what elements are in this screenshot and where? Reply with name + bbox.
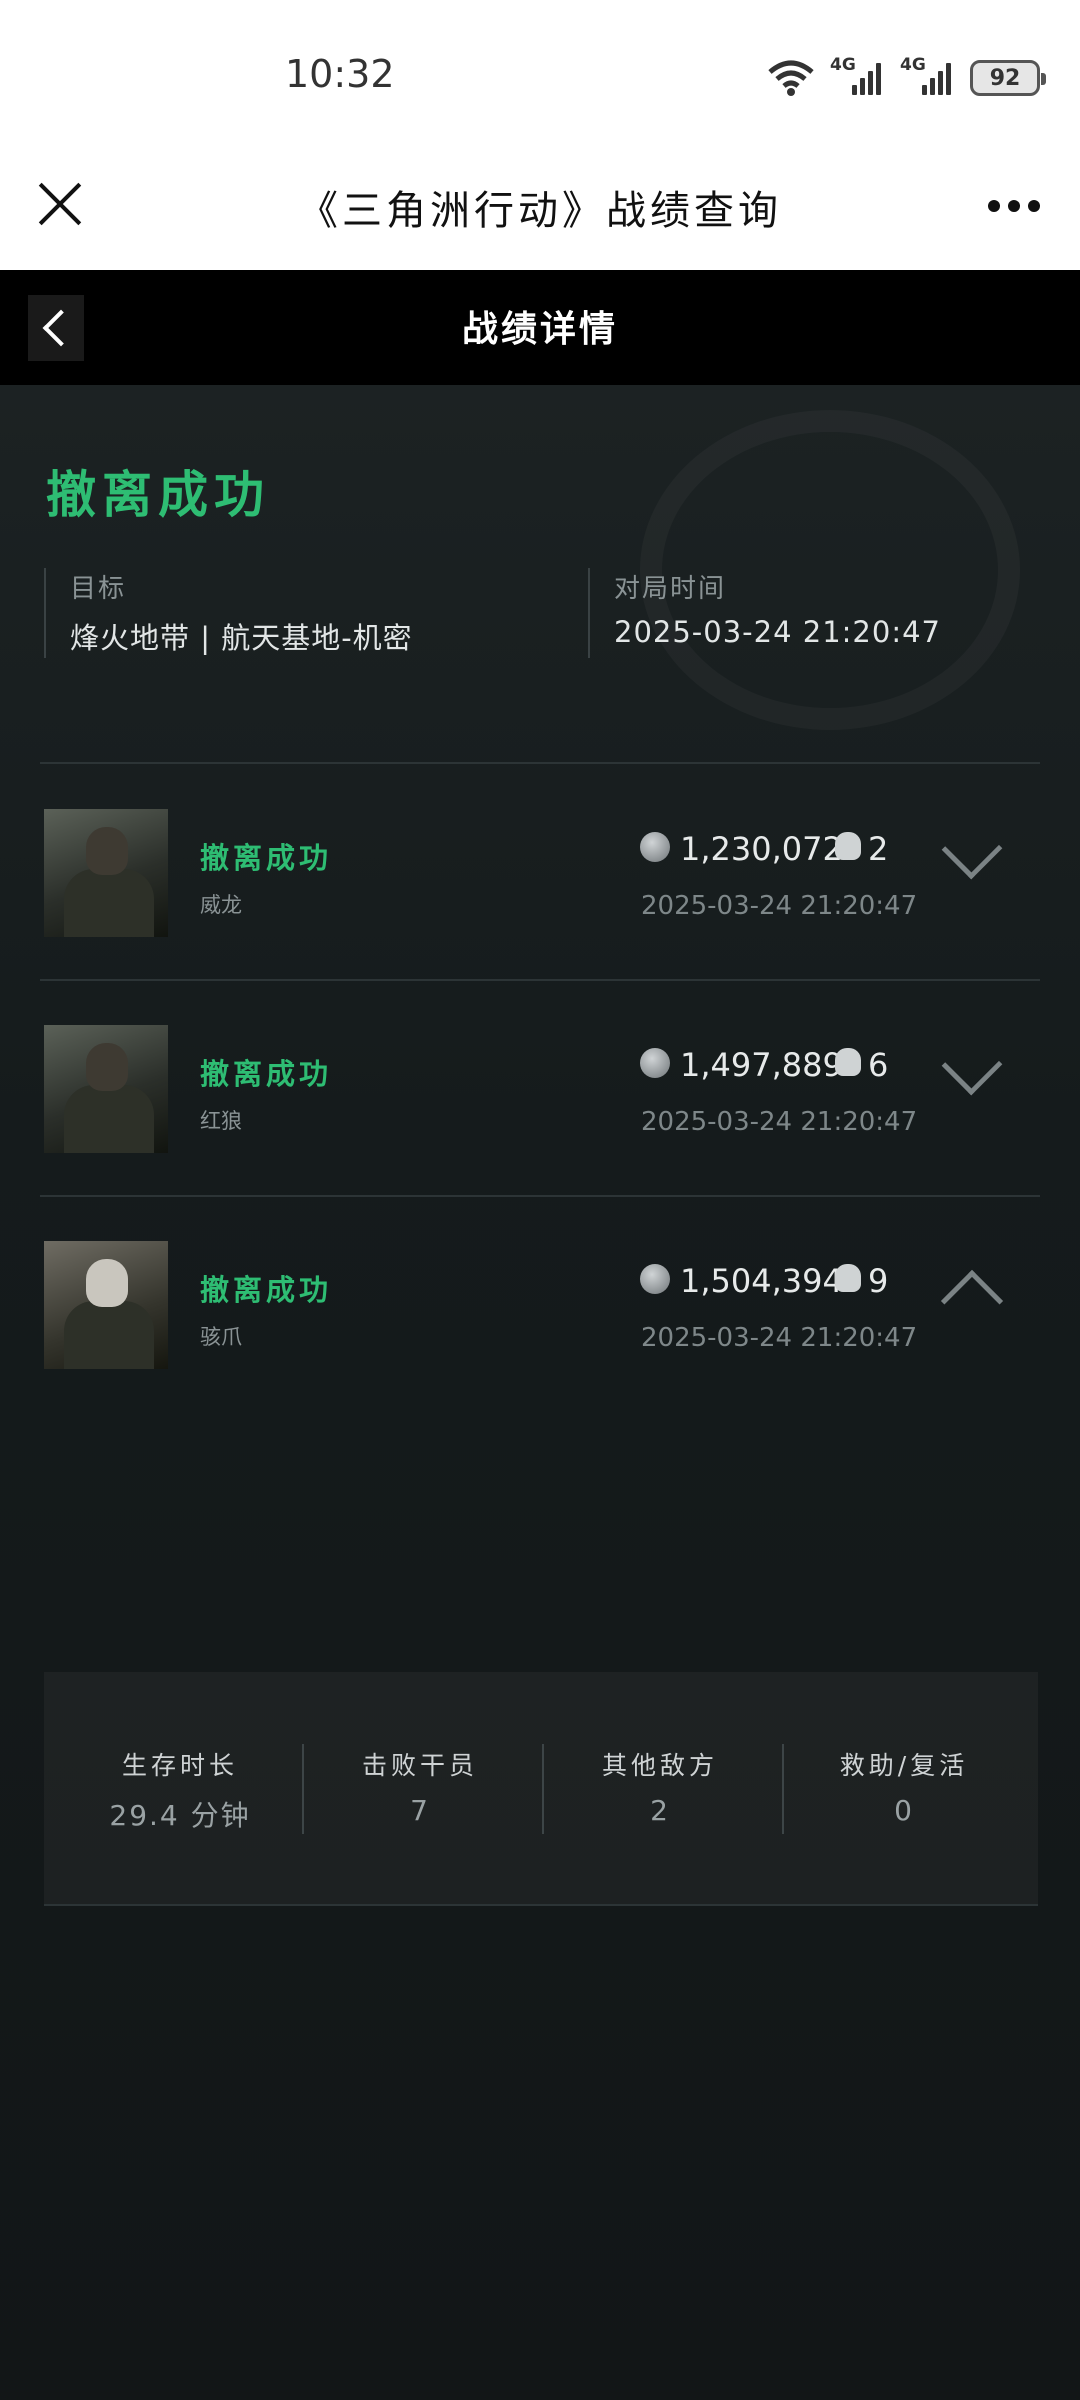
header-title: 战绩详情 xyxy=(461,309,618,350)
more-icon[interactable] xyxy=(988,200,1040,212)
target-value: 烽火地带 | 航天基地-机密 xyxy=(70,621,413,655)
operator-name: 红狼 xyxy=(200,1109,242,1133)
list-item[interactable]: 撤离成功 骇爪 1,504,394 9 2025-03-24 21:20:47 xyxy=(0,1197,1080,1412)
stat-value: 7 xyxy=(410,1794,430,1827)
asset-value: 1,230,072 xyxy=(680,830,843,868)
stat-survival: 生存时长 29.4 分钟 xyxy=(60,1672,300,1904)
stats-panel: 生存时长 29.4 分钟 击败干员 7 其他敌方 2 救助/复活 0 xyxy=(44,1672,1038,1904)
avatar xyxy=(44,809,168,937)
match-time-info: 对局时间 2025-03-24 21:20:47 xyxy=(588,568,941,658)
row-time: 2025-03-24 21:20:47 xyxy=(641,1323,918,1353)
row-status: 撤离成功 xyxy=(200,1273,333,1307)
wifi-icon xyxy=(768,60,814,96)
list-item[interactable]: 撤离成功 红狼 1,497,889 6 2025-03-24 21:20:47 xyxy=(0,981,1080,1196)
kill-count: 9 xyxy=(868,1262,889,1300)
row-status: 撤离成功 xyxy=(200,1057,333,1091)
coin-icon xyxy=(640,832,670,862)
battery-level: 92 xyxy=(989,65,1021,91)
target-info: 目标 烽火地带 | 航天基地-机密 xyxy=(44,568,413,658)
target-label: 目标 xyxy=(70,574,127,604)
asset-value: 1,497,889 xyxy=(680,1046,843,1084)
row-time: 2025-03-24 21:20:47 xyxy=(641,891,918,921)
battery-icon: 92 xyxy=(970,60,1046,96)
signal-icon: 4G xyxy=(830,55,886,95)
status-time: 10:32 xyxy=(285,52,395,96)
operator-name: 骇爪 xyxy=(200,1325,242,1349)
kill-count: 6 xyxy=(868,1046,889,1084)
page-title: 《三角洲行动》战绩查询 xyxy=(298,188,782,234)
coin-icon xyxy=(640,1048,670,1078)
skull-icon xyxy=(835,1048,861,1076)
stat-others: 其他敌方 2 xyxy=(540,1672,780,1904)
divider xyxy=(44,1904,1038,1906)
skull-icon xyxy=(835,832,861,860)
stat-label: 救助/复活 xyxy=(839,1751,969,1780)
status-icons: 4G 4G 92 xyxy=(766,55,1046,101)
operator-name: 威龙 xyxy=(200,893,242,917)
stat-value: 0 xyxy=(894,1794,914,1827)
match-time-value: 2025-03-24 21:20:47 xyxy=(614,615,941,649)
signal-label: 4G xyxy=(900,55,926,75)
match-time-label: 对局时间 xyxy=(614,574,727,604)
skull-icon xyxy=(835,1264,861,1292)
stat-label: 生存时长 xyxy=(121,1751,238,1780)
avatar xyxy=(44,1241,168,1369)
signal-icon: 4G xyxy=(900,55,956,95)
stat-value: 29.4 分钟 xyxy=(109,1799,251,1832)
coin-icon xyxy=(640,1264,670,1294)
title-bar: 《三角洲行动》战绩查询 xyxy=(0,150,1080,270)
stat-label: 击败干员 xyxy=(361,1751,478,1780)
kill-count: 2 xyxy=(868,830,889,868)
chevron-down-icon[interactable] xyxy=(941,818,1003,880)
status-bar: 10:32 4G 4G 92 xyxy=(0,0,1080,150)
app-content: 战绩详情 撤离成功 目标 烽火地带 | 航天基地-机密 对局时间 2025-03… xyxy=(0,270,1080,2400)
stat-assist: 救助/复活 0 xyxy=(784,1672,1024,1904)
chevron-up-icon[interactable] xyxy=(940,1269,1004,1333)
row-time: 2025-03-24 21:20:47 xyxy=(641,1107,918,1137)
signal-label: 4G xyxy=(830,55,856,75)
row-status: 撤离成功 xyxy=(200,841,333,875)
stat-label: 其他敌方 xyxy=(601,1751,718,1780)
asset-value: 1,504,394 xyxy=(680,1262,843,1300)
stat-operators: 击败干员 7 xyxy=(300,1672,540,1904)
result-title: 撤离成功 xyxy=(46,466,270,524)
divider xyxy=(40,762,1040,764)
app-header: 战绩详情 xyxy=(0,270,1080,385)
chevron-down-icon[interactable] xyxy=(941,1034,1003,1096)
list-item[interactable]: 撤离成功 威龙 1,230,072 2 2025-03-24 21:20:47 xyxy=(0,765,1080,980)
avatar xyxy=(44,1025,168,1153)
stat-value: 2 xyxy=(650,1794,670,1827)
